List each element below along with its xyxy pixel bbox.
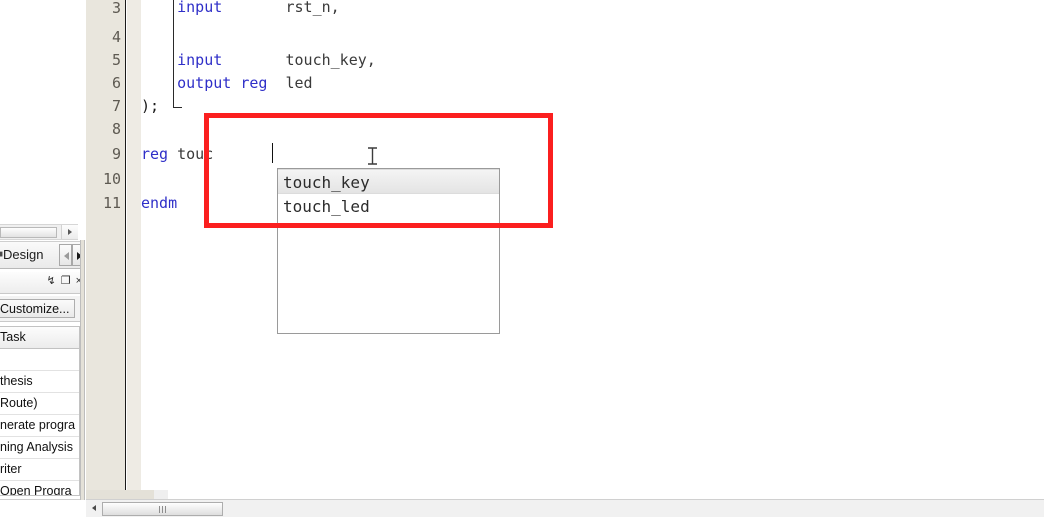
left-panel-bottom-scrollbar[interactable]	[0, 499, 80, 500]
autocomplete-item-touch-key[interactable]: touch_key	[278, 169, 499, 194]
code-line[interactable]: reg touc	[141, 143, 213, 166]
line-number: 5	[111, 51, 121, 69]
left-panel-horizontal-scrollbar[interactable]	[0, 224, 78, 240]
code-editor[interactable]: 3 4 5 6 7 8 9 10 11 input rst_n, input t…	[86, 0, 1044, 498]
code-fold-strip[interactable]	[127, 0, 141, 498]
gutter-bottom-remnant	[86, 490, 154, 499]
scrollbar-thumb[interactable]	[0, 227, 57, 238]
panel-splitter[interactable]	[80, 240, 85, 500]
panel-titlebar: ↯ ❐ ×	[0, 272, 85, 294]
code-token: endm	[141, 194, 178, 212]
code-token: rst_n,	[222, 0, 340, 16]
editor-horizontal-scrollbar[interactable]	[86, 499, 1044, 517]
scrollbar-thumb[interactable]	[102, 502, 223, 516]
panel-window-controls[interactable]: ↯ ❐ ×	[46, 275, 82, 287]
scroll-right-arrow-icon[interactable]	[61, 225, 78, 239]
prev-tab-arrow-icon[interactable]	[59, 244, 72, 266]
code-token: led	[267, 74, 313, 92]
line-number: 3	[111, 0, 121, 17]
line-number: 8	[111, 120, 121, 138]
table-column-header-task[interactable]: Task	[0, 327, 79, 349]
line-number: 6	[111, 74, 121, 92]
scroll-left-arrow-icon[interactable]	[88, 502, 101, 515]
code-token: input	[177, 51, 223, 69]
restore-icon[interactable]: ❐	[61, 275, 71, 287]
customize-button[interactable]: Customize...	[0, 299, 76, 318]
design-tab-strip[interactable]: ■ Design	[0, 241, 85, 269]
table-row[interactable]: Route)	[0, 393, 79, 415]
table-row[interactable]: thesis	[0, 371, 79, 393]
code-line[interactable]: );	[141, 95, 159, 118]
table-row[interactable]: ning Analysis	[0, 437, 79, 459]
panel-toolbar: Customize...	[0, 296, 85, 322]
left-side-panel: ■ Design ↯ ❐ × Customize... Task thesis …	[0, 0, 85, 500]
code-token: );	[141, 97, 160, 115]
table-row[interactable]: Open Progra	[0, 481, 79, 495]
code-token: touc	[168, 145, 214, 163]
scrollbar-grip-icon	[159, 506, 168, 513]
table-row[interactable]: riter	[0, 459, 79, 481]
task-table: Task thesis Route) nerate progra ning An…	[0, 326, 80, 496]
table-row[interactable]: nerate progra	[0, 415, 79, 437]
left-panel-upper-blank	[0, 0, 85, 222]
code-token: input	[177, 0, 223, 16]
line-number: 7	[111, 97, 121, 115]
code-line[interactable]: input rst_n,	[141, 0, 340, 19]
code-token: reg	[141, 145, 169, 163]
autocomplete-popup[interactable]: touch_key touch_led	[277, 168, 500, 334]
pin-icon[interactable]: ↯	[46, 275, 55, 287]
line-number: 9	[111, 145, 121, 163]
line-number: 10	[102, 170, 121, 188]
line-number: 11	[102, 194, 121, 212]
code-line[interactable]: output reg led	[141, 72, 313, 95]
code-token: output reg	[177, 74, 268, 92]
line-number-gutter: 3 4 5 6 7 8 9 10 11	[86, 0, 126, 498]
autocomplete-item-touch-led[interactable]: touch_led	[278, 194, 499, 219]
code-token: touch_key,	[222, 51, 376, 69]
table-row[interactable]	[0, 349, 79, 371]
line-number: 4	[111, 28, 121, 46]
sidebar-tab-design[interactable]: Design	[3, 247, 43, 262]
code-line[interactable]: endm	[141, 192, 177, 215]
code-line[interactable]: input touch_key,	[141, 49, 376, 72]
foldstrip-bottom-remnant	[154, 490, 168, 499]
text-caret	[272, 143, 273, 163]
